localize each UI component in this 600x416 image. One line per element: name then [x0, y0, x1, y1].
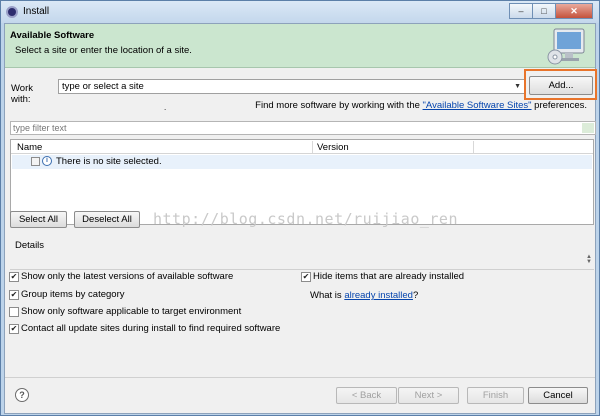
- watermark: http://blog.csdn.net/ruijiao_ren: [153, 210, 458, 228]
- clear-filter-icon[interactable]: [582, 123, 594, 133]
- add-button[interactable]: Add...: [529, 76, 593, 95]
- column-version[interactable]: Version: [317, 142, 349, 153]
- contact-sites-label: Contact all update sites during install …: [21, 323, 281, 334]
- deselect-all-button[interactable]: Deselect All: [74, 211, 140, 228]
- what-is-suffix: ?: [412, 290, 419, 301]
- dialog-body: Available Software Select a site or ente…: [4, 23, 597, 414]
- page-description: Select a site or enter the location of a…: [15, 45, 192, 56]
- table-header: Name Version: [11, 140, 593, 154]
- details-area: ▲ ▼: [10, 249, 594, 270]
- contact-sites-checkbox[interactable]: ✔: [9, 323, 19, 334]
- already-installed-link[interactable]: already installed: [344, 290, 413, 301]
- install-monitor-icon: [547, 28, 585, 65]
- site-combo[interactable]: type or select a site ▼: [58, 79, 525, 94]
- column-divider[interactable]: [473, 141, 474, 153]
- work-with-label: Work with:: [11, 83, 33, 105]
- info-icon: i: [42, 156, 52, 166]
- back-button[interactable]: < Back: [336, 387, 397, 404]
- site-combo-value: type or select a site: [62, 81, 144, 92]
- row-text: There is no site selected.: [56, 156, 162, 167]
- minimize-icon[interactable]: –: [509, 3, 533, 19]
- applicable-only-label: Show only software applicable to target …: [21, 306, 242, 317]
- stray-dot: .: [164, 103, 167, 112]
- hide-installed-checkbox[interactable]: ✔: [301, 271, 311, 282]
- find-more-text: Find more software by working with the "…: [255, 100, 587, 111]
- window-title: Install: [23, 6, 50, 17]
- details-scroll-icon[interactable]: ▲ ▼: [586, 254, 592, 265]
- contact-sites-option[interactable]: ✔ Contact all update sites during instal…: [9, 323, 280, 334]
- latest-versions-label: Show only the latest versions of availab…: [21, 271, 234, 282]
- window-controls: – □ ✕: [509, 3, 593, 19]
- dialog-header: Available Software Select a site or ente…: [5, 24, 595, 68]
- page-title: Available Software: [10, 30, 95, 41]
- applicable-only-checkbox[interactable]: [9, 306, 19, 317]
- hide-installed-label: Hide items that are already installed: [313, 271, 465, 282]
- maximize-icon[interactable]: □: [532, 3, 556, 19]
- latest-versions-checkbox[interactable]: ✔: [9, 271, 19, 282]
- next-button[interactable]: Next >: [398, 387, 459, 404]
- close-icon[interactable]: ✕: [555, 3, 593, 19]
- find-more-suffix: preferences.: [531, 100, 587, 111]
- filter-placeholder: type filter text: [13, 123, 67, 133]
- what-is-prefix: What is: [310, 290, 345, 301]
- latest-versions-option[interactable]: ✔ Show only the latest versions of avail…: [9, 271, 233, 282]
- group-by-category-option[interactable]: ✔ Group items by category: [9, 289, 125, 300]
- row-checkbox[interactable]: [31, 157, 40, 166]
- select-all-button[interactable]: Select All: [10, 211, 67, 228]
- footer-divider: [5, 377, 595, 378]
- eclipse-icon: [6, 6, 18, 18]
- table-row[interactable]: i There is no site selected.: [12, 155, 592, 169]
- column-divider[interactable]: [312, 141, 313, 153]
- install-window: Install – □ ✕ Available Software Select …: [0, 0, 600, 416]
- find-more-prefix: Find more software by working with the: [255, 100, 423, 111]
- hide-installed-option[interactable]: ✔ Hide items that are already installed: [301, 271, 464, 282]
- title-bar[interactable]: Install – □ ✕: [1, 1, 599, 23]
- group-by-category-checkbox[interactable]: ✔: [9, 289, 19, 300]
- finish-button[interactable]: Finish: [467, 387, 524, 404]
- column-name[interactable]: Name: [17, 142, 42, 153]
- what-is-text: What is already installed?: [310, 290, 418, 301]
- chevron-down-icon[interactable]: ▼: [514, 80, 521, 93]
- available-sites-link[interactable]: "Available Software Sites": [423, 100, 532, 111]
- group-by-category-label: Group items by category: [21, 289, 125, 300]
- filter-input[interactable]: type filter text: [10, 121, 596, 135]
- help-icon[interactable]: ?: [15, 388, 29, 402]
- cancel-button[interactable]: Cancel: [528, 387, 588, 404]
- applicable-only-option[interactable]: Show only software applicable to target …: [9, 306, 241, 317]
